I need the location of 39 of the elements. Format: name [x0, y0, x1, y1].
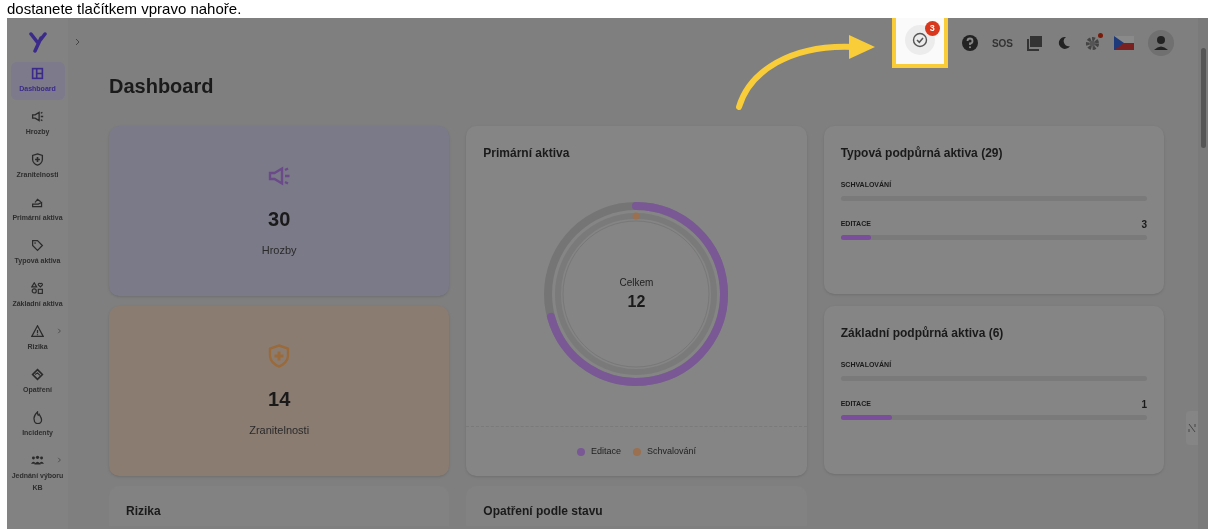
- card-title: Základní podpůrná aktiva (6): [840, 325, 1005, 342]
- people-icon: [31, 454, 44, 467]
- hand-icon: [31, 196, 44, 209]
- moon-icon[interactable]: [1057, 36, 1071, 50]
- megaphone-icon: [31, 110, 44, 123]
- logo-icon: [28, 31, 47, 53]
- shield-plus-icon: [267, 343, 292, 368]
- tasks-button[interactable]: [904, 25, 935, 55]
- gear-icon[interactable]: [1085, 35, 1100, 51]
- stat-count: 14: [268, 386, 291, 412]
- check-circle-icon: [911, 32, 928, 48]
- czech-flag-icon[interactable]: [1114, 36, 1134, 50]
- tag-icon: [31, 239, 44, 252]
- flame-icon: [31, 411, 44, 424]
- status-count: 3: [1141, 217, 1147, 232]
- total-label: Celkem: [619, 275, 654, 290]
- shield-plus-icon: [31, 153, 44, 166]
- avatar-icon[interactable]: [1148, 30, 1174, 56]
- card-title: Primární aktiva: [482, 145, 571, 162]
- scrollbar[interactable]: [1198, 18, 1208, 529]
- total-value: 12: [627, 291, 646, 312]
- card-title: Rizika: [126, 504, 162, 518]
- tutorial-caption: dostanete tlačítkem vpravo nahoře.: [7, 0, 242, 18]
- side-handle[interactable]: [1186, 411, 1198, 445]
- dashboard-icon: [31, 67, 44, 80]
- stat-label: Hrozby: [261, 242, 297, 258]
- help-icon[interactable]: [961, 35, 978, 51]
- card-title: Typová podpůrná aktiva (29): [840, 145, 1004, 162]
- page-title: Dashboard: [109, 76, 214, 96]
- card-title: Opatření podle stavu: [483, 504, 604, 518]
- stat-count: 30: [268, 206, 291, 232]
- legend-label: Schvalování: [647, 444, 696, 458]
- status-count: 1: [1141, 397, 1147, 412]
- shapes-icon: [31, 282, 44, 295]
- sos-button[interactable]: SOS: [991, 35, 1013, 51]
- handshake-icon: [31, 368, 44, 381]
- warning-icon: [31, 325, 44, 338]
- stat-label: Zranitelnosti: [249, 422, 310, 438]
- legend-label: Editace: [590, 444, 621, 458]
